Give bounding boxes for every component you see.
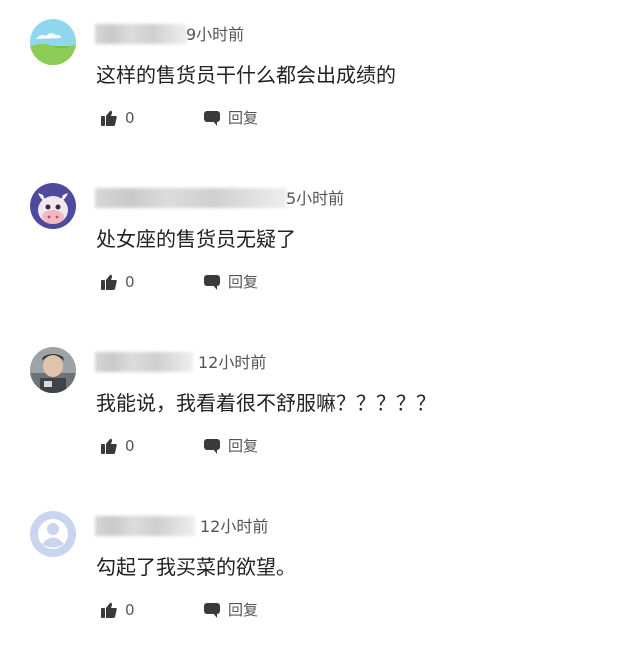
comment-time: 12小时前 bbox=[198, 353, 267, 372]
reply-label: 回复 bbox=[228, 437, 259, 455]
like-button[interactable]: 0 bbox=[101, 272, 135, 292]
like-count: 0 bbox=[125, 437, 135, 455]
reply-button[interactable]: 回复 bbox=[204, 272, 258, 292]
landscape-avatar-icon[interactable] bbox=[30, 19, 76, 65]
comment-text: 我能说，我看着很不舒服嘛？？？？？ bbox=[96, 391, 436, 415]
comment-bubble-icon bbox=[204, 438, 220, 454]
like-count: 0 bbox=[125, 601, 135, 619]
thumbs-up-icon bbox=[101, 602, 117, 618]
like-button[interactable]: 0 bbox=[101, 436, 135, 456]
username-blurred[interactable] bbox=[95, 24, 187, 44]
username-blurred[interactable] bbox=[95, 516, 195, 536]
cartoon-cow-avatar-icon[interactable] bbox=[30, 183, 76, 229]
thumbs-up-icon bbox=[101, 110, 117, 126]
like-button[interactable]: 0 bbox=[101, 108, 135, 128]
reply-button[interactable]: 回复 bbox=[204, 436, 258, 456]
thumbs-up-icon bbox=[101, 438, 117, 454]
comment-bubble-icon bbox=[204, 110, 220, 126]
reply-label: 回复 bbox=[228, 109, 259, 127]
like-button[interactable]: 0 bbox=[101, 600, 135, 620]
default-user-avatar-icon[interactable] bbox=[30, 511, 76, 557]
reply-label: 回复 bbox=[228, 601, 259, 619]
comment-text: 这样的售货员干什么都会出成绩的 bbox=[96, 63, 396, 87]
like-count: 0 bbox=[125, 109, 135, 127]
comment-item: 9小时前 这样的售货员干什么都会出成绩的 0 回复 bbox=[0, 0, 636, 164]
comment-time: 12小时前 bbox=[200, 517, 269, 536]
username-blurred[interactable] bbox=[95, 352, 193, 372]
comment-text: 勾起了我买菜的欲望。 bbox=[96, 555, 296, 579]
reply-label: 回复 bbox=[228, 273, 259, 291]
comment-item: 12小时前 勾起了我买菜的欲望。 0 回复 bbox=[0, 492, 636, 656]
comment-time: 5小时前 bbox=[286, 189, 345, 208]
reply-button[interactable]: 回复 bbox=[204, 108, 258, 128]
comment-time: 9小时前 bbox=[186, 25, 245, 44]
reply-button[interactable]: 回复 bbox=[204, 600, 258, 620]
comment-bubble-icon bbox=[204, 602, 220, 618]
photo-avatar-icon[interactable] bbox=[30, 347, 76, 393]
like-count: 0 bbox=[125, 273, 135, 291]
comment-bubble-icon bbox=[204, 274, 220, 290]
comment-item: 5小时前 处女座的售货员无疑了 0 回复 bbox=[0, 164, 636, 328]
comment-item: 12小时前 我能说，我看着很不舒服嘛？？？？？ 0 回复 bbox=[0, 328, 636, 492]
username-blurred[interactable] bbox=[95, 188, 287, 208]
comment-text: 处女座的售货员无疑了 bbox=[96, 227, 296, 251]
thumbs-up-icon bbox=[101, 274, 117, 290]
